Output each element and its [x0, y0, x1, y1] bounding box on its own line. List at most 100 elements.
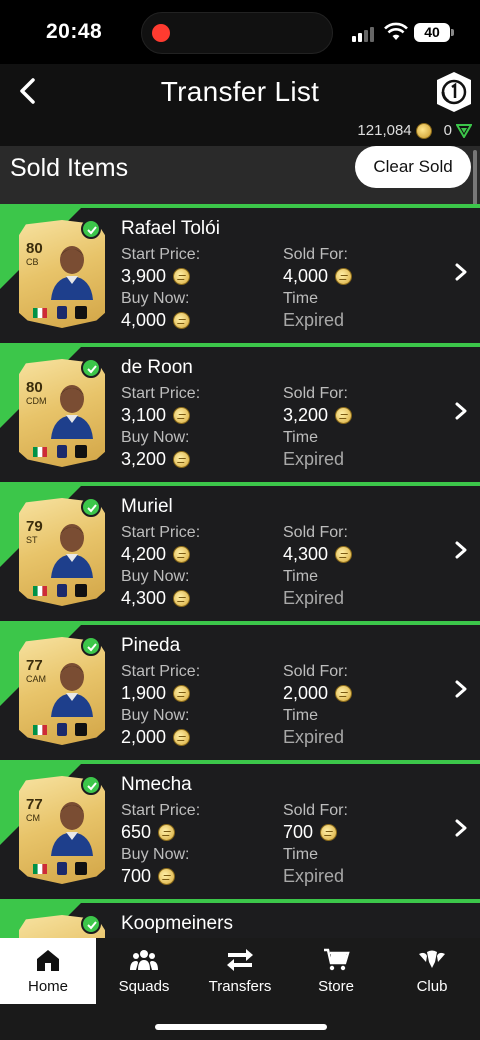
scrollbar-thumb[interactable]	[473, 150, 477, 208]
time-label: Time	[283, 846, 318, 863]
coin-icon	[173, 546, 191, 563]
chevron-right-icon[interactable]	[453, 401, 469, 421]
start-price-label: Start Price:	[121, 663, 201, 680]
card-divider	[39, 850, 89, 854]
home-indicator	[155, 1024, 327, 1030]
buy-now-value: 2,000	[121, 727, 191, 748]
store-icon	[324, 948, 350, 971]
player-name: Rafael Tolói	[121, 218, 220, 239]
nav-transfers[interactable]: Transfers	[192, 938, 288, 1004]
coin-icon	[158, 824, 176, 841]
time-label: Time	[283, 568, 318, 585]
sold-items-list: 80 CB Rafael Tolói Start Price: 3,900 Bu…	[0, 204, 480, 1038]
buy-now-value: 4,300	[121, 588, 191, 609]
start-price-label: Start Price:	[121, 524, 201, 541]
fifa-points-icon	[456, 123, 472, 138]
nav-label: Club	[416, 978, 448, 995]
start-price-value: 3,100	[121, 405, 191, 426]
league-badge-icon	[57, 723, 67, 736]
coin-icon	[173, 312, 191, 329]
sold-check-icon	[81, 358, 101, 378]
nav-store[interactable]: Store	[288, 938, 384, 1004]
start-price-value: 3,900	[121, 266, 191, 287]
club-badge-icon	[75, 584, 87, 597]
coin-icon	[173, 590, 191, 607]
squads-icon	[130, 950, 158, 970]
chevron-right-icon[interactable]	[453, 679, 469, 699]
player-photo-icon	[51, 385, 93, 439]
recording-indicator-icon	[152, 24, 170, 42]
list-item[interactable]: 80 CB Rafael Tolói Start Price: 3,900 Bu…	[0, 204, 480, 343]
sold-check-icon	[81, 775, 101, 795]
section-title: Sold Items	[10, 154, 129, 182]
coin-icon	[335, 268, 353, 285]
list-item[interactable]: 77 CAM Pineda Start Price: 1,900 Buy Now…	[0, 621, 480, 760]
nav-home[interactable]: Home	[0, 938, 96, 1004]
buy-now-label: Buy Now:	[121, 568, 190, 585]
battery-icon: 40	[414, 23, 450, 42]
coin-icon	[335, 546, 353, 563]
nation-flag-icon	[33, 586, 47, 596]
club-icon	[419, 950, 445, 968]
app-header: Transfer List 121,084 0	[0, 64, 480, 146]
list-item[interactable]: 77 CM Nmecha Start Price: 650 Buy Now: 7	[0, 760, 480, 899]
card-position: CB	[26, 257, 39, 267]
clear-sold-button[interactable]: Clear Sold	[355, 146, 471, 188]
list-item[interactable]: 79 ST Muriel Start Price: 4,200 Buy Now:	[0, 482, 480, 621]
list-item[interactable]: 80 CDM de Roon Start Price: 3,100 Buy No…	[0, 343, 480, 482]
coin-icon	[335, 407, 353, 424]
start-price-label: Start Price:	[121, 246, 201, 263]
club-badge-icon	[75, 306, 87, 319]
expired-status: Expired	[283, 866, 345, 886]
chevron-right-icon[interactable]	[453, 540, 469, 560]
time-label: Time	[283, 290, 318, 307]
chevron-right-icon[interactable]	[453, 262, 469, 282]
card-position: CAM	[26, 674, 46, 684]
objectives-icon[interactable]	[434, 70, 474, 114]
sold-for-label: Sold For:	[283, 246, 348, 263]
nav-squads[interactable]: Squads	[96, 938, 192, 1004]
sold-for-value: 700	[283, 822, 338, 843]
card-divider	[39, 711, 89, 715]
buy-now-value: 4,000	[121, 310, 191, 331]
player-name: Pineda	[121, 635, 181, 656]
nav-club[interactable]: Club	[384, 938, 480, 1004]
start-price-label: Start Price:	[121, 802, 201, 819]
club-badge-icon	[75, 862, 87, 875]
expired-status: Expired	[283, 449, 345, 469]
coin-icon	[320, 824, 338, 841]
sold-for-label: Sold For:	[283, 663, 348, 680]
coin-icon	[173, 729, 191, 746]
nation-flag-icon	[33, 308, 47, 318]
buy-now-label: Buy Now:	[121, 429, 190, 446]
currency-row: 121,084 0	[357, 122, 472, 139]
sold-for-value: 4,000	[283, 266, 353, 287]
sold-for-value: 2,000	[283, 683, 353, 704]
card-rating: 80	[26, 240, 43, 257]
card-divider	[39, 433, 89, 437]
points-balance: 0	[443, 122, 452, 139]
nation-flag-icon	[33, 864, 47, 874]
home-icon	[37, 950, 59, 971]
coin-icon	[173, 685, 191, 702]
sold-for-label: Sold For:	[283, 802, 348, 819]
league-badge-icon	[57, 584, 67, 597]
player-photo-icon	[51, 524, 93, 578]
cellular-signal-icon	[352, 26, 378, 42]
sold-check-icon	[81, 219, 101, 239]
nav-label: Squads	[118, 978, 170, 995]
coin-icon	[158, 868, 176, 885]
player-name: Nmecha	[121, 774, 192, 795]
sold-check-icon	[81, 914, 101, 934]
sold-for-label: Sold For:	[283, 524, 348, 541]
chevron-right-icon[interactable]	[453, 818, 469, 838]
status-bar: 20:48 40	[0, 0, 480, 64]
league-badge-icon	[57, 862, 67, 875]
card-rating: 79	[26, 518, 43, 535]
card-position: CM	[26, 813, 40, 823]
nav-label: Home	[27, 978, 68, 995]
buy-now-label: Buy Now:	[121, 290, 190, 307]
club-badge-icon	[75, 723, 87, 736]
time-label: Time	[283, 429, 318, 446]
card-rating: 80	[26, 379, 43, 396]
